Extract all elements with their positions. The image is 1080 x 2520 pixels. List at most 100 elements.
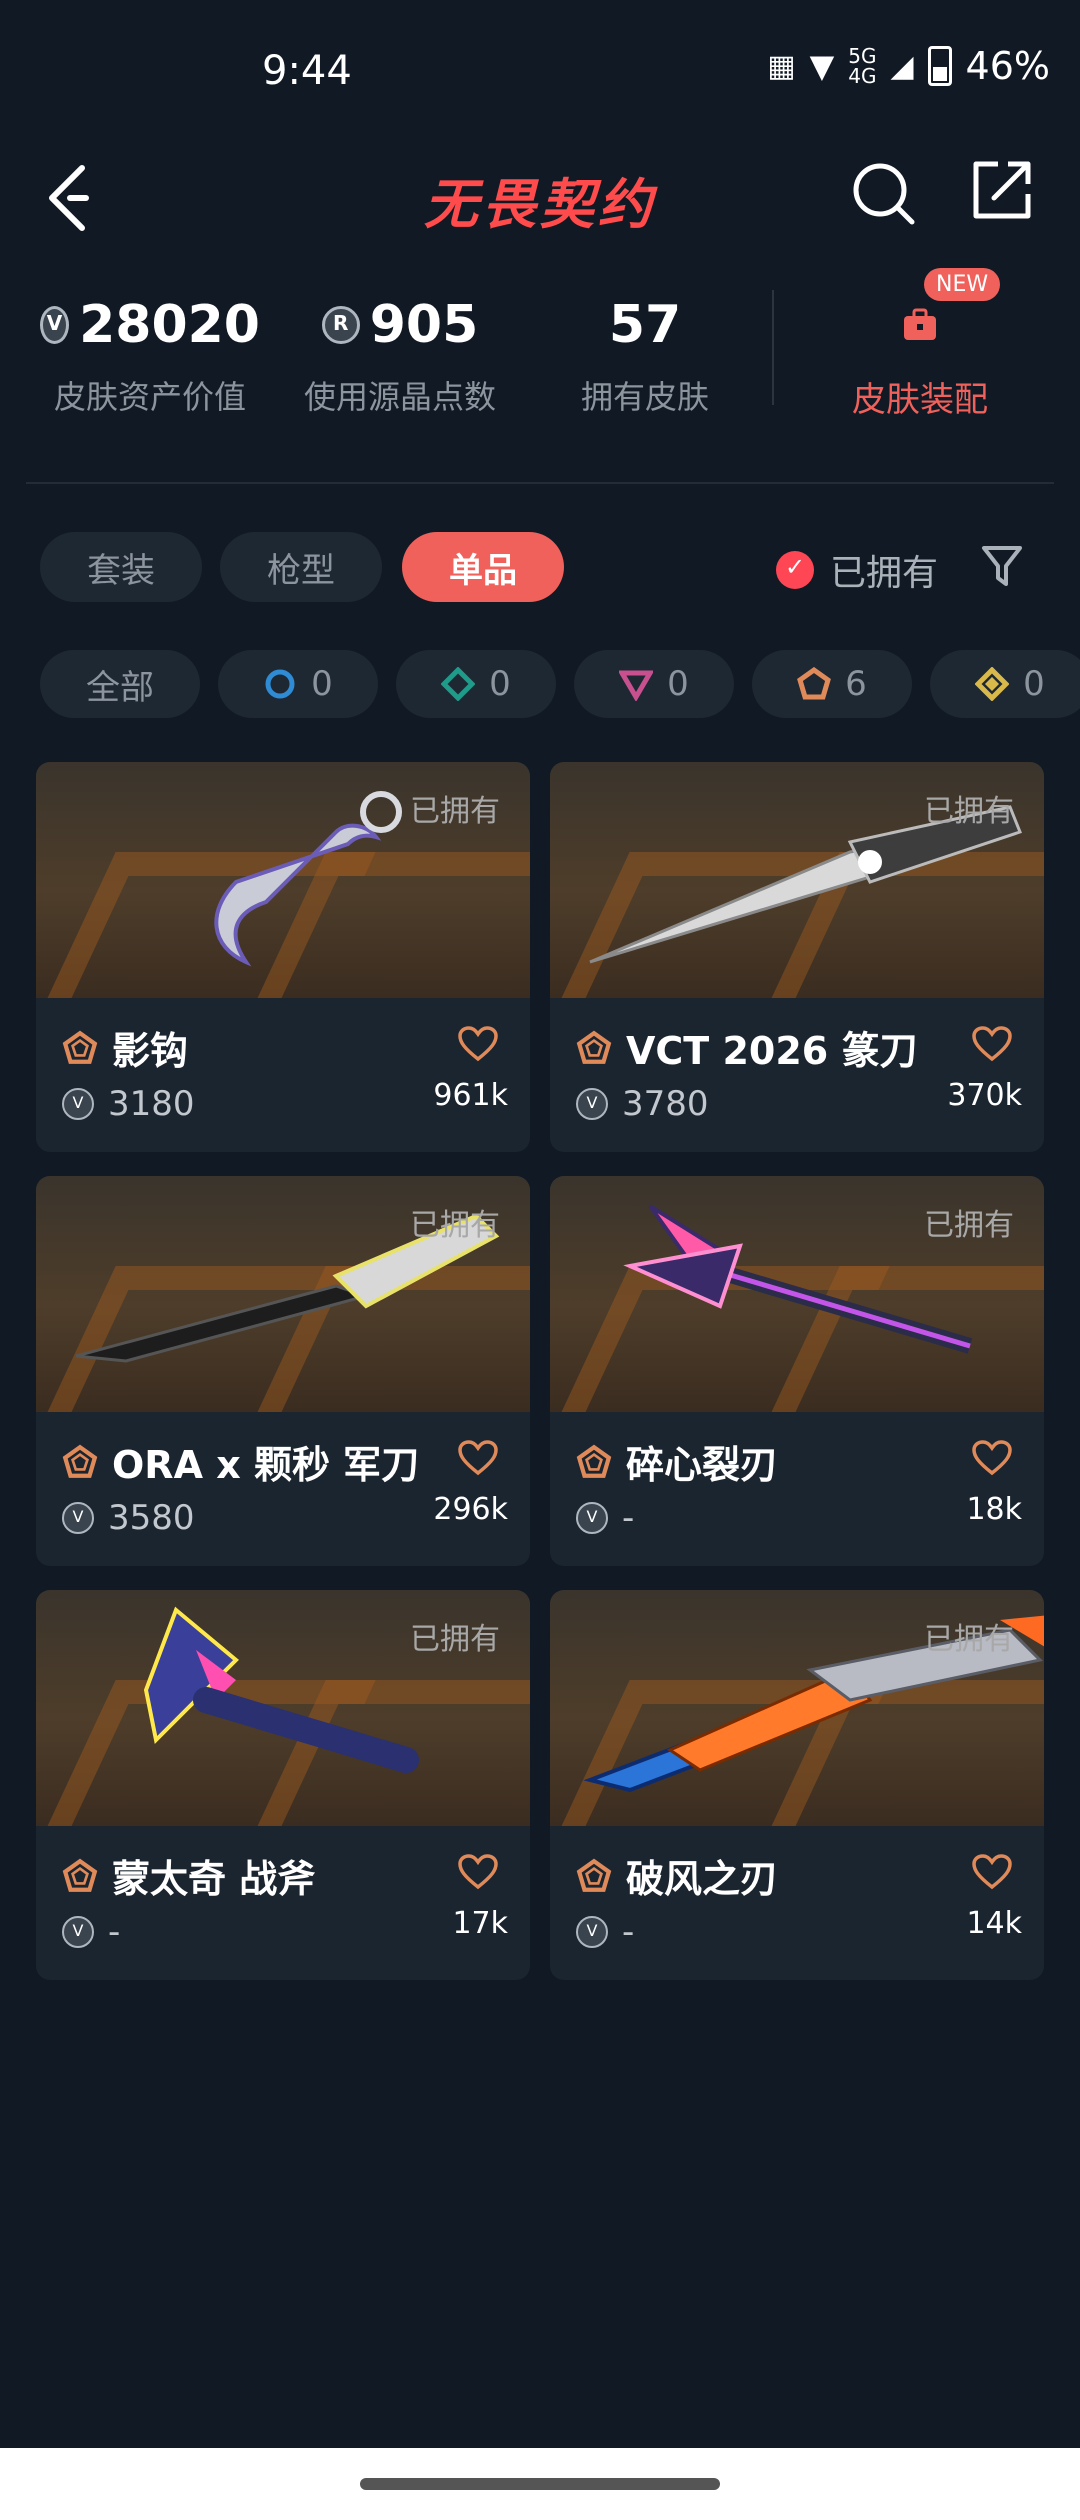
skin-card[interactable]: 已拥有 VCT 2026 篆刀 3780 370k xyxy=(550,762,1044,1152)
skin-image: 已拥有 xyxy=(36,1176,530,1412)
skin-equip-button[interactable]: NEW 皮肤装配 xyxy=(820,268,1020,421)
skin-name-row: 影钩 xyxy=(62,1020,188,1075)
like-count: 14k xyxy=(966,1906,1022,1941)
stat-label: 拥有皮肤 xyxy=(580,378,709,416)
exclusive-tier-icon xyxy=(62,1030,98,1064)
owned-tag: 已拥有 xyxy=(924,1208,1014,1243)
equip-label: 皮肤装配 xyxy=(852,380,988,420)
network-5g: 5G xyxy=(848,44,877,68)
skin-price-row: - xyxy=(62,1912,120,1952)
heart-icon[interactable] xyxy=(458,1440,498,1476)
skin-price-row: 3180 xyxy=(62,1084,195,1124)
tab-single-items[interactable]: 单品 xyxy=(402,532,564,602)
signal-icon: ◢ xyxy=(890,48,914,84)
vp-coin-icon xyxy=(576,1916,608,1948)
skin-name: VCT 2026 篆刀 xyxy=(626,1029,918,1073)
skin-name: 破风之刃 xyxy=(626,1857,779,1901)
tier-chip-all[interactable]: 全部 xyxy=(40,650,200,718)
skin-price: 3780 xyxy=(622,1084,709,1124)
skin-card[interactable]: 已拥有影钩 3180 961k xyxy=(36,762,530,1152)
tier-filter-bar: 全部 0 0 0 6 0 xyxy=(40,650,1080,720)
category-tabs: 套装 枪型 单品 已拥有 xyxy=(0,532,1080,606)
search-icon[interactable] xyxy=(850,158,920,228)
stat-skin-value: 28020 皮肤资产价值 xyxy=(40,290,260,418)
stat-label: 使用源晶点数 xyxy=(303,378,496,416)
skin-price-row: 3580 xyxy=(62,1498,195,1538)
owned-tag: 已拥有 xyxy=(924,1622,1014,1657)
tier-chip-premium[interactable]: 0 xyxy=(574,650,734,718)
skin-price-row: 3780 xyxy=(576,1084,709,1124)
divider xyxy=(26,482,1054,484)
skin-name: 影钩 xyxy=(112,1029,189,1073)
skin-name-row: 蒙太奇 战斧 xyxy=(62,1848,315,1903)
new-badge: NEW xyxy=(924,268,1001,301)
signal-type: 5G 4G xyxy=(848,46,876,86)
owned-tag: 已拥有 xyxy=(410,1208,500,1243)
heart-icon[interactable] xyxy=(972,1026,1012,1062)
skin-name-row: ORA x 颗秒 军刀 xyxy=(62,1434,419,1489)
skin-price: - xyxy=(622,1912,635,1952)
tier-chip-count: 6 xyxy=(845,664,867,704)
skin-image: 已拥有 xyxy=(36,1590,530,1826)
skin-card[interactable]: 已拥有破风之刃 - 14k xyxy=(550,1590,1044,1980)
heart-icon[interactable] xyxy=(458,1026,498,1062)
like-count: 18k xyxy=(966,1492,1022,1527)
tier-chip-count: 0 xyxy=(489,664,511,704)
heart-icon[interactable] xyxy=(972,1440,1012,1476)
tier-chip-ultra[interactable]: 0 xyxy=(930,650,1080,718)
exclusive-tier-icon xyxy=(62,1444,98,1478)
wardrobe-icon xyxy=(904,308,936,340)
skin-price-row: - xyxy=(576,1912,634,1952)
skin-name-row: VCT 2026 篆刀 xyxy=(576,1020,917,1075)
stat-value: 28020 xyxy=(79,295,260,355)
owned-tag: 已拥有 xyxy=(410,1622,500,1657)
stats-panel: 28020 皮肤资产价值 905 使用源晶点数 57 拥有皮肤 NEW 皮肤装配 xyxy=(0,268,1080,470)
back-arrow-icon[interactable] xyxy=(40,158,100,238)
tier-chip-count: 0 xyxy=(311,664,333,704)
filter-icon[interactable] xyxy=(980,542,1024,590)
tier-chip-count: 0 xyxy=(667,664,689,704)
share-icon[interactable] xyxy=(968,154,1038,224)
system-nav-bar xyxy=(0,2448,1080,2520)
checkbox-checked-icon[interactable] xyxy=(776,551,814,589)
owned-filter-toggle[interactable]: 已拥有 xyxy=(776,544,938,596)
vp-coin-icon xyxy=(40,306,70,344)
skin-name-row: 破风之刃 xyxy=(576,1848,778,1903)
skin-card[interactable]: 已拥有 ORA x 颗秒 军刀 3580 296k xyxy=(36,1176,530,1566)
heart-icon[interactable] xyxy=(458,1854,498,1890)
network-4g: 4G xyxy=(848,64,877,88)
exclusive-tier-icon xyxy=(576,1444,612,1478)
tier-chip-exclusive[interactable]: 6 xyxy=(752,650,912,718)
tier-chip-select[interactable]: 0 xyxy=(218,650,378,718)
skin-image: 已拥有 xyxy=(550,762,1044,998)
owned-filter-label: 已拥有 xyxy=(830,553,939,594)
select-tier-icon xyxy=(265,669,295,699)
skin-name: ORA x 颗秒 军刀 xyxy=(112,1443,420,1487)
battery-icon xyxy=(927,46,952,86)
stat-value: 57 xyxy=(608,295,682,355)
wifi-icon: ▼ xyxy=(809,47,835,85)
tab-bundles[interactable]: 套装 xyxy=(40,532,202,602)
skin-image: 已拥有 xyxy=(36,762,530,998)
vp-coin-icon xyxy=(62,1502,94,1534)
tab-weapon-type[interactable]: 枪型 xyxy=(220,532,382,602)
owned-tag: 已拥有 xyxy=(924,794,1014,829)
radianite-icon xyxy=(321,306,360,344)
status-time: 9:44 xyxy=(262,48,352,94)
tier-chip-deluxe[interactable]: 0 xyxy=(396,650,556,718)
exclusive-tier-icon xyxy=(576,1858,612,1892)
battery-percent: 46% xyxy=(965,44,1050,88)
like-count: 17k xyxy=(452,1906,508,1941)
skin-card[interactable]: 已拥有蒙太奇 战斧 - 17k xyxy=(36,1590,530,1980)
vp-coin-icon xyxy=(62,1088,94,1120)
skin-price-row: - xyxy=(576,1498,634,1538)
ultra-tier-icon xyxy=(975,667,1010,701)
heart-icon[interactable] xyxy=(972,1854,1012,1890)
premium-tier-icon xyxy=(619,670,654,701)
skin-card[interactable]: 已拥有碎心裂刃 - 18k xyxy=(550,1176,1044,1566)
app-header: 无畏契约 xyxy=(0,140,1080,290)
home-gesture-pill[interactable] xyxy=(360,2478,720,2490)
owned-tag: 已拥有 xyxy=(410,794,500,829)
vp-coin-icon xyxy=(576,1088,608,1120)
like-count: 961k xyxy=(433,1078,508,1113)
